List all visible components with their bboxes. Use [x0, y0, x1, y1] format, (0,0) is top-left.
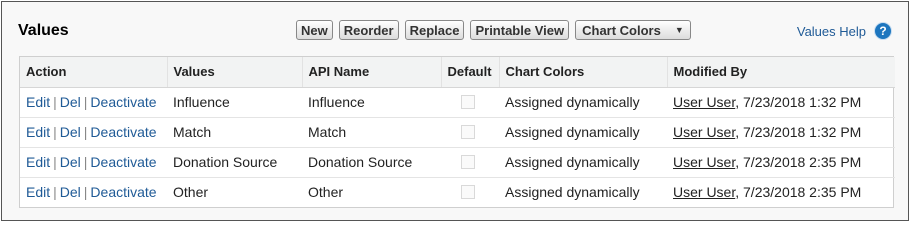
- default-cell: [441, 177, 499, 207]
- values-table: Action Values API Name Default Chart Col…: [19, 56, 895, 208]
- column-header-api-name[interactable]: API Name: [301, 57, 441, 88]
- column-header-default: Default: [440, 57, 499, 88]
- panel-title: Values: [18, 22, 69, 39]
- edit-link[interactable]: Edit: [26, 154, 50, 170]
- column-header-chart-colors: Chart Colors: [498, 57, 667, 88]
- default-checkbox: [461, 185, 475, 200]
- action-cell: Edit | Del | Deactivate: [20, 147, 167, 178]
- table-row: Edit | Del | Deactivate Match Match Assigned…: [20, 117, 895, 148]
- modified-by-cell: User User, 7/23/2018 2:35 PM: [667, 147, 895, 178]
- edit-link[interactable]: Edit: [26, 94, 50, 110]
- default-cell: [441, 147, 499, 178]
- help-icon[interactable]: ?: [874, 22, 892, 40]
- column-header-values[interactable]: Values: [166, 57, 302, 88]
- user-link[interactable]: User User: [673, 94, 735, 110]
- panel-header: Values New Reorder Replace Printable Vie…: [2, 2, 908, 56]
- del-link[interactable]: Del: [60, 94, 81, 110]
- separator: |: [53, 94, 57, 110]
- user-link[interactable]: User User: [673, 184, 735, 200]
- reorder-button[interactable]: Reorder: [338, 20, 399, 40]
- table-row: Edit | Del | Deactivate Influence Influence …: [20, 87, 895, 118]
- user-link[interactable]: User User: [673, 154, 735, 170]
- modified-date: , 7/23/2018 2:35 PM: [735, 184, 862, 201]
- separator: |: [83, 124, 88, 140]
- edit-link[interactable]: Edit: [26, 184, 50, 200]
- api-name-cell: Donation Source: [302, 147, 441, 178]
- deactivate-link[interactable]: Deactivate: [90, 124, 156, 140]
- separator: |: [53, 184, 57, 201]
- del-link[interactable]: Del: [60, 154, 81, 170]
- del-link[interactable]: Del: [60, 124, 81, 140]
- table-header-row: Action Values API Name Default Chart Col…: [20, 57, 895, 88]
- printable-view-button[interactable]: Printable View: [470, 20, 570, 40]
- modified-by-cell: User User, 7/23/2018 2:35 PM: [667, 177, 895, 207]
- modified-by-cell: User User, 7/23/2018 1:32 PM: [667, 117, 895, 148]
- modified-date: , 7/23/2018 1:32 PM: [735, 94, 862, 110]
- replace-button[interactable]: Replace: [404, 20, 465, 40]
- chart-colors-cell: Assigned dynamically: [505, 184, 640, 201]
- deactivate-link[interactable]: Deactivate: [90, 184, 156, 200]
- user-link[interactable]: User User: [673, 124, 735, 140]
- value-cell: Donation Source: [167, 147, 302, 178]
- value-cell: Other: [173, 184, 209, 201]
- api-name-cell: Influence: [302, 87, 441, 118]
- value-cell: Influence: [167, 87, 302, 118]
- chart-colors-cell: Assigned dynamically: [499, 147, 667, 178]
- modified-date: , 7/23/2018 2:35 PM: [735, 154, 862, 170]
- default-cell: [441, 117, 499, 148]
- value-cell: Match: [167, 117, 302, 148]
- values-panel: Values New Reorder Replace Printable Vie…: [1, 1, 909, 221]
- default-cell: [441, 87, 499, 118]
- toolbar: New Reorder Replace Printable View Chart…: [296, 20, 691, 40]
- modified-by-cell: User User, 7/23/2018 1:32 PM: [667, 87, 895, 118]
- default-checkbox: [461, 125, 475, 139]
- chevron-down-icon: ▼: [674, 25, 684, 35]
- separator: |: [83, 154, 88, 170]
- separator: |: [53, 124, 57, 140]
- values-help-link[interactable]: Values Help: [797, 24, 866, 39]
- separator: |: [53, 154, 57, 170]
- default-checkbox: [461, 95, 475, 109]
- separator: |: [83, 94, 88, 110]
- action-cell: Edit | Del | Deactivate: [20, 177, 167, 207]
- deactivate-link[interactable]: Deactivate: [90, 94, 156, 110]
- api-name-cell: Match: [302, 117, 441, 148]
- chart-colors-cell: Assigned dynamically: [499, 117, 667, 148]
- new-button[interactable]: New: [296, 20, 333, 40]
- chart-colors-cell: Assigned dynamically: [499, 87, 667, 118]
- edit-link[interactable]: Edit: [26, 124, 50, 140]
- api-name-cell: Other: [308, 184, 344, 201]
- help-area: Values Help ?: [797, 22, 892, 40]
- deactivate-link[interactable]: Deactivate: [90, 154, 156, 170]
- chart-colors-dropdown-label: Chart Colors: [582, 22, 661, 38]
- table-row: Edit | Del | Deactivate Other Other Assigned…: [20, 177, 895, 207]
- del-link[interactable]: Del: [60, 184, 81, 200]
- action-cell: Edit | Del | Deactivate: [20, 87, 167, 118]
- modified-date: , 7/23/2018 1:32 PM: [735, 124, 862, 140]
- default-checkbox: [461, 155, 475, 169]
- column-header-action: Action: [20, 57, 167, 88]
- separator: |: [83, 184, 88, 201]
- chart-colors-dropdown[interactable]: Chart Colors ▼: [575, 20, 691, 40]
- column-header-modified-by[interactable]: Modified By: [666, 57, 895, 88]
- action-cell: Edit | Del | Deactivate: [20, 117, 167, 148]
- table-row: Edit | Del | Deactivate Donation Source Dona…: [20, 147, 895, 178]
